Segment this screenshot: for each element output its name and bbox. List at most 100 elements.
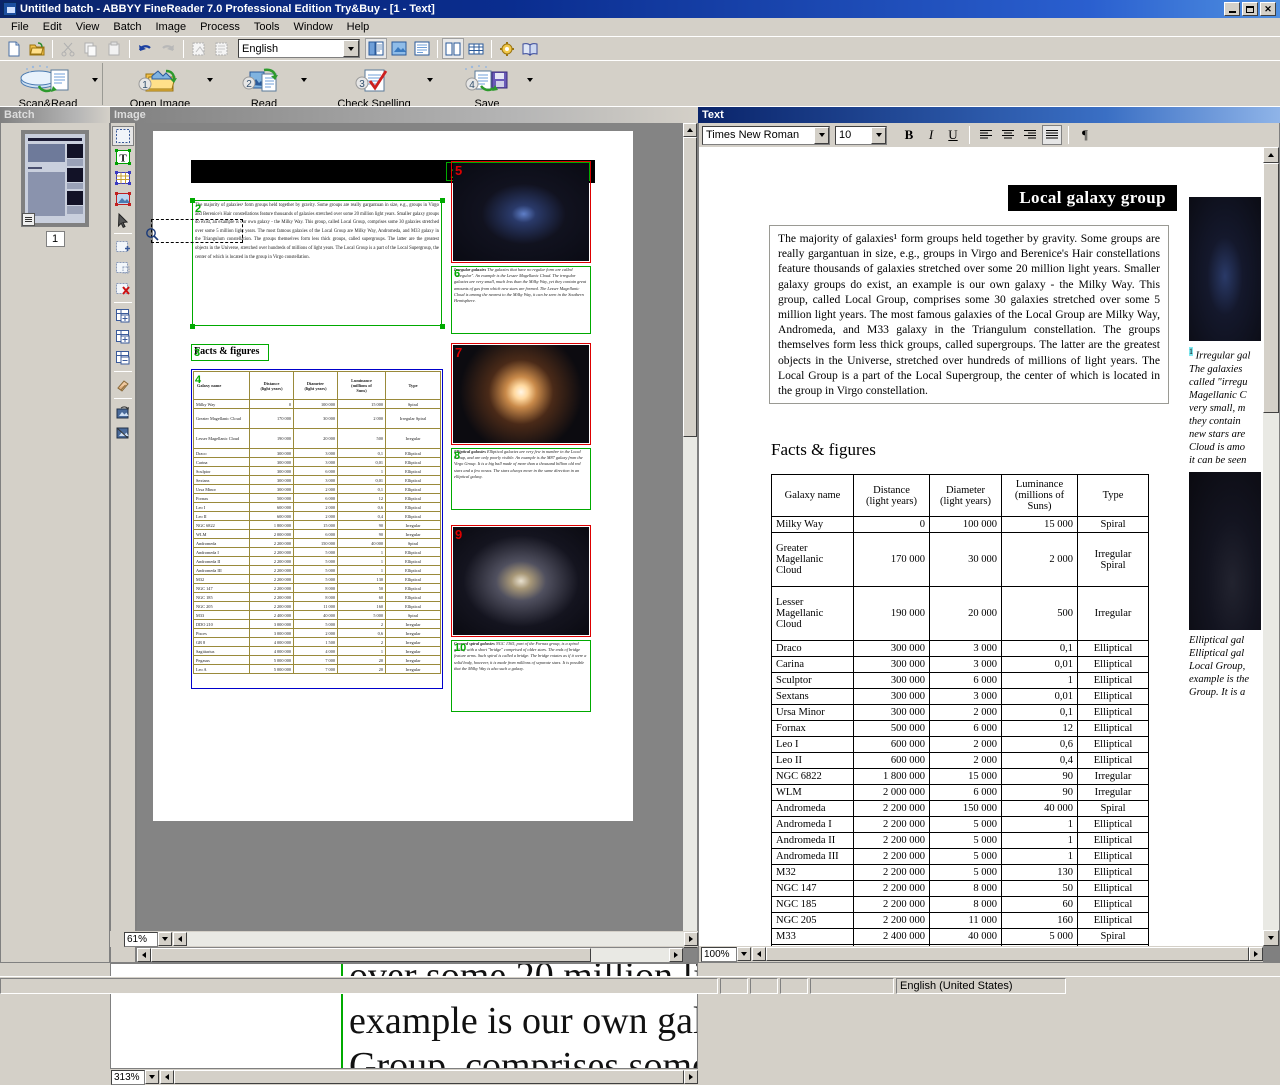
- table-row[interactable]: Andromeda2 200 000150 00040 000Spiral: [772, 801, 1149, 817]
- language-select[interactable]: English: [238, 39, 360, 58]
- menu-window[interactable]: Window: [287, 19, 340, 35]
- table-row[interactable]: Leo II600 0002 0000,4Elliptical: [772, 753, 1149, 769]
- image-zoom-chevron-down-icon[interactable]: [158, 932, 172, 946]
- table-row[interactable]: GR 84 000 0001 5002Irregular: [194, 638, 441, 647]
- table-row[interactable]: Fornax500 0006 00012Elliptical: [194, 494, 441, 503]
- scan-and-read-button[interactable]: Scan&Read: [6, 63, 90, 110]
- table-row[interactable]: NGC 68221 800 00015 00090Irregular: [772, 769, 1149, 785]
- save-dropdown[interactable]: [525, 63, 535, 97]
- font-name-select[interactable]: Times New Roman: [702, 126, 830, 145]
- paste-icon[interactable]: [103, 38, 125, 59]
- table-row[interactable]: NGC 2052 200 00011 000160Elliptical: [772, 913, 1149, 929]
- picture-block-icon[interactable]: [112, 189, 134, 209]
- menu-file[interactable]: File: [4, 19, 36, 35]
- minimize-button[interactable]: [1224, 2, 1240, 16]
- italic-button[interactable]: I: [921, 125, 941, 145]
- picture-region-5[interactable]: [451, 161, 591, 263]
- read-dropdown[interactable]: [299, 63, 309, 97]
- table-row[interactable]: Andromeda2 200 000150 00040 000Spiral: [194, 539, 441, 548]
- add-to-block-icon[interactable]: [112, 237, 134, 257]
- table-row[interactable]: Sagittarius4 000 0004 0001Irregular: [194, 647, 441, 656]
- rotate-image-icon[interactable]: [112, 402, 134, 422]
- two-page-icon[interactable]: [442, 38, 464, 59]
- image-scroll-up-button[interactable]: [683, 123, 697, 137]
- zoom-scroll-left-button[interactable]: [160, 1070, 174, 1084]
- table-row[interactable]: Andromeda II2 200 0005 0001Elliptical: [772, 833, 1149, 849]
- table-row[interactable]: Leo A5 000 0007 00020Irregular: [194, 665, 441, 674]
- undo-icon[interactable]: [134, 38, 156, 59]
- table-row[interactable]: Greater Magellanic Cloud170 00030 0002 0…: [194, 409, 441, 429]
- paragraph-marks-button[interactable]: ¶: [1075, 125, 1095, 145]
- table-row[interactable]: WLM2 000 0006 00090Irregular: [194, 530, 441, 539]
- table-row[interactable]: Andromeda I2 200 0005 0001Elliptical: [194, 548, 441, 557]
- table-row[interactable]: Sextans300 0003 0000,01Elliptical: [772, 689, 1149, 705]
- cut-block-icon[interactable]: [112, 258, 134, 278]
- open-image-button[interactable]: 1 Open Image: [115, 63, 205, 110]
- menu-batch[interactable]: Batch: [106, 19, 148, 35]
- font-name-chevron-down-icon[interactable]: [814, 127, 829, 144]
- batch-panel-body[interactable]: 1: [0, 123, 110, 963]
- table-row[interactable]: Sextans300 0003 0000,01Elliptical: [194, 476, 441, 485]
- copy-icon[interactable]: [80, 38, 102, 59]
- text-scroll-up-button[interactable]: [1263, 147, 1279, 163]
- table-row[interactable]: Andromeda III2 200 0005 0001Elliptical: [194, 566, 441, 575]
- view-text-icon[interactable]: [411, 38, 433, 59]
- table-row[interactable]: M332 400 00040 0005 000Spiral: [772, 929, 1149, 945]
- ocr-paragraph[interactable]: The majority of galaxies¹ form groups he…: [769, 225, 1169, 404]
- chevron-down-icon[interactable]: [343, 40, 359, 57]
- table-row[interactable]: Fornax500 0006 00012Elliptical: [772, 721, 1149, 737]
- table-row[interactable]: Leo I600 0002 0000,6Elliptical: [772, 737, 1149, 753]
- image-hscroll-track[interactable]: [187, 932, 684, 946]
- table-row[interactable]: NGC 2052 200 00011 000160Elliptical: [194, 602, 441, 611]
- add-column-icon[interactable]: [112, 327, 134, 347]
- save-button[interactable]: 4 Save: [449, 63, 525, 110]
- table-icon[interactable]: [465, 38, 487, 59]
- redo-icon[interactable]: [157, 38, 179, 59]
- table-row[interactable]: Pegasus5 000 0007 00020Irregular: [194, 656, 441, 665]
- add-row-icon[interactable]: [112, 306, 134, 326]
- eraser-icon[interactable]: [112, 375, 134, 395]
- zoom-scroll-thumb-h[interactable]: [174, 1070, 684, 1084]
- select-area-icon[interactable]: [112, 126, 134, 146]
- table-row[interactable]: NGC 1472 200 0008 00050Elliptical: [772, 881, 1149, 897]
- table-row[interactable]: NGC 1472 200 0008 00050Elliptical: [194, 584, 441, 593]
- scanned-page[interactable]: Local galaxy group 1 The majority of gal…: [153, 131, 633, 821]
- restore-button[interactable]: [1242, 2, 1258, 16]
- table-row[interactable]: Greater Magellanic Cloud170 00030 0002 0…: [772, 533, 1149, 587]
- table-row[interactable]: Andromeda III2 200 0005 0001Elliptical: [772, 849, 1149, 865]
- check-spelling-dropdown[interactable]: [425, 63, 435, 97]
- check-spelling-button[interactable]: 3 Check Spelling: [323, 63, 425, 110]
- table-row[interactable]: M332 400 00040 0005 000Spiral: [194, 611, 441, 620]
- table-row[interactable]: Carina300 0003 0000,01Elliptical: [772, 657, 1149, 673]
- align-justify-button[interactable]: [1042, 125, 1062, 145]
- image-view[interactable]: Local galaxy group 1 The majority of gal…: [136, 123, 698, 963]
- table-row[interactable]: Leo I600 0002 0000,6Elliptical: [194, 503, 441, 512]
- image-scroll-thumb-v[interactable]: [683, 137, 697, 437]
- table-row[interactable]: NGC 68221 800 00015 00090Irregular: [194, 521, 441, 530]
- open-image-dropdown[interactable]: [205, 63, 215, 97]
- menu-image[interactable]: Image: [149, 19, 194, 35]
- pointer-icon[interactable]: [112, 210, 134, 230]
- new-document-icon[interactable]: [3, 38, 25, 59]
- bold-button[interactable]: B: [899, 125, 919, 145]
- page-thumbnail[interactable]: [21, 130, 89, 227]
- view-image-icon[interactable]: [388, 38, 410, 59]
- delete-row-icon[interactable]: [112, 348, 134, 368]
- menu-process[interactable]: Process: [193, 19, 247, 35]
- table-row[interactable]: Ursa Minor300 0002 0000,1Elliptical: [772, 705, 1149, 721]
- table-row[interactable]: WLM2 000 0006 00090Irregular: [772, 785, 1149, 801]
- open-folder-icon[interactable]: [26, 38, 48, 59]
- menu-help[interactable]: Help: [340, 19, 377, 35]
- menu-edit[interactable]: Edit: [36, 19, 69, 35]
- zoom-level-chevron-down-icon[interactable]: [145, 1070, 159, 1084]
- image-zoom-field[interactable]: 61%: [124, 932, 158, 947]
- text-scroll-thumb-v[interactable]: [1263, 163, 1279, 413]
- read-button[interactable]: 2 Read: [229, 63, 299, 110]
- table-row[interactable]: Lesser Magellanic Cloud190 00020 000500I…: [194, 429, 441, 449]
- picture-region-9[interactable]: [451, 525, 591, 637]
- table-row[interactable]: Pisces3 000 0002 0000,6Irregular: [194, 629, 441, 638]
- font-size-select[interactable]: 10: [835, 126, 887, 145]
- table-row[interactable]: Carina300 0003 0000,01Elliptical: [194, 458, 441, 467]
- table-row[interactable]: Andromeda II2 200 0005 0001Elliptical: [194, 557, 441, 566]
- table-row[interactable]: Ursa Minor300 0002 0000,1Elliptical: [194, 485, 441, 494]
